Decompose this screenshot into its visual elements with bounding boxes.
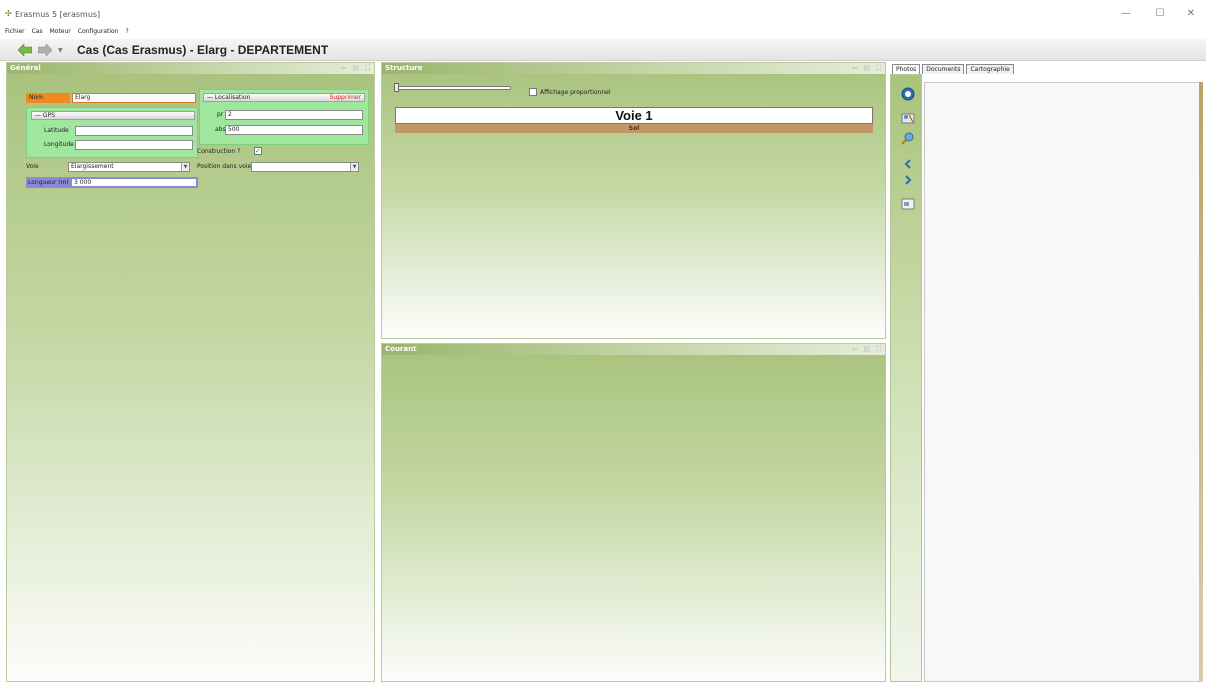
forward-arrow-icon[interactable] (38, 44, 52, 56)
camera-icon[interactable] (901, 87, 915, 101)
zoom-slider-handle[interactable] (394, 83, 399, 92)
maximize-panel-icon[interactable]: ⛶ (876, 345, 881, 354)
structure-panel-header: Structure ⇦ ▤ ⛶ (382, 63, 885, 74)
gps-header[interactable]: — GPS (31, 111, 195, 120)
affichage-proportionnel-label: Affichage proportionnel (540, 89, 611, 96)
right-tab-strip: Photos Documents Cartographie (892, 64, 1014, 74)
image-icon[interactable] (901, 197, 915, 211)
maximize-button[interactable]: ☐ (1150, 8, 1170, 20)
courant-panel-header: Courant ⇦ ▤ ⛶ (382, 344, 885, 355)
localisation-title: — Localisation (207, 94, 251, 101)
maximize-panel-icon[interactable]: ⛶ (876, 64, 881, 73)
general-panel-header: Général ⇦ ▤ ⛶ (7, 63, 374, 74)
zoom-slider-track[interactable] (396, 86, 511, 90)
collapse-icon[interactable]: ⇦ (341, 64, 347, 73)
collapse-icon[interactable]: ⇦ (852, 64, 858, 73)
structure-panel-title: Structure (385, 64, 423, 72)
pr-input[interactable]: 2 (225, 110, 363, 120)
pr-label: pr (217, 111, 224, 118)
navigation-bar: ▼ Cas (Cas Erasmus) - Elarg - DEPARTEMEN… (0, 39, 1206, 61)
sol-layer[interactable]: Sol (395, 124, 873, 133)
voie-header[interactable]: Voie 1 (395, 107, 873, 124)
construction-label: Construction ? (197, 148, 241, 155)
localisation-group: — Localisation Supprimer pr 2 abs 500 (199, 89, 369, 145)
map-pin-icon[interactable] (901, 111, 915, 125)
minimize-button[interactable]: — (1116, 8, 1136, 20)
back-arrow-icon[interactable] (18, 44, 32, 56)
nom-label: Nom (26, 93, 70, 103)
tab-documents[interactable]: Documents (922, 64, 965, 74)
voie-select-value: Elargissement (71, 163, 114, 170)
chevron-down-icon[interactable]: ▼ (350, 163, 358, 171)
voie-label: Voie (26, 163, 39, 170)
window-icon[interactable]: ▤ (863, 345, 870, 354)
longitude-input[interactable] (75, 140, 193, 150)
menu-bar: Fichier Cas Moteur Configuration ? (0, 26, 1206, 38)
voie-select[interactable]: Elargissement ▼ (68, 162, 190, 172)
localisation-header[interactable]: — Localisation Supprimer (203, 93, 365, 102)
longitude-label: Longitude (44, 141, 74, 148)
gps-group: — GPS Latitude Longitude (26, 107, 198, 158)
position-dans-voie-label: Position dans voie (197, 163, 252, 170)
latitude-input[interactable] (75, 126, 193, 136)
menu-configuration[interactable]: Configuration (78, 26, 119, 38)
courant-panel: Courant ⇦ ▤ ⛶ (381, 343, 886, 682)
longueur-input[interactable]: 3 000 (70, 177, 198, 188)
affichage-proportionnel-checkbox[interactable] (529, 88, 537, 96)
collapse-icon[interactable]: ⇦ (852, 345, 858, 354)
menu-fichier[interactable]: Fichier (5, 26, 25, 38)
menu-cas[interactable]: Cas (32, 26, 43, 38)
position-dans-voie-select[interactable]: ▼ (251, 162, 359, 172)
construction-checkbox[interactable]: ✓ (254, 147, 262, 155)
photos-scrollbar[interactable] (1199, 82, 1203, 682)
globe-search-icon[interactable] (901, 131, 915, 145)
general-panel-title: Général (10, 64, 41, 72)
nom-input[interactable]: Elarg (72, 93, 196, 103)
abs-input[interactable]: 500 (225, 125, 363, 135)
chevron-right-icon[interactable] (901, 173, 915, 187)
page-title: Cas (Cas Erasmus) - Elarg - DEPARTEMENT (77, 43, 329, 57)
window-icon[interactable]: ▤ (863, 64, 870, 73)
menu-help[interactable]: ? (125, 26, 128, 38)
app-logo-icon: ✣ (5, 9, 12, 18)
chevron-left-icon[interactable] (901, 157, 915, 171)
supprimer-link[interactable]: Supprimer (330, 94, 361, 101)
structure-panel: Structure ⇦ ▤ ⛶ Affichage proportionnel … (381, 62, 886, 339)
title-bar: ✣ Erasmus 5 [erasmus] — ☐ ✕ (0, 0, 1206, 26)
latitude-label: Latitude (44, 127, 69, 134)
menu-moteur[interactable]: Moteur (50, 26, 71, 38)
tab-cartographie[interactable]: Cartographie (966, 64, 1014, 74)
chevron-down-icon[interactable]: ▼ (181, 163, 189, 171)
maximize-panel-icon[interactable]: ⛶ (365, 64, 370, 73)
general-panel: Général ⇦ ▤ ⛶ Nom Elarg — GPS Latitude L… (6, 62, 375, 682)
photos-toolbar (890, 74, 922, 682)
window-title: Erasmus 5 [erasmus] (15, 10, 101, 19)
photos-view[interactable] (924, 82, 1203, 682)
tab-photos[interactable]: Photos (892, 64, 921, 74)
history-dropdown-icon[interactable]: ▼ (58, 47, 63, 54)
close-button[interactable]: ✕ (1181, 8, 1201, 20)
courant-panel-title: Courant (385, 345, 417, 353)
window-icon[interactable]: ▤ (352, 64, 359, 73)
app-window: ✣ Erasmus 5 [erasmus] — ☐ ✕ Fichier Cas … (0, 0, 1206, 682)
longueur-label: Longueur (m) (26, 177, 70, 188)
